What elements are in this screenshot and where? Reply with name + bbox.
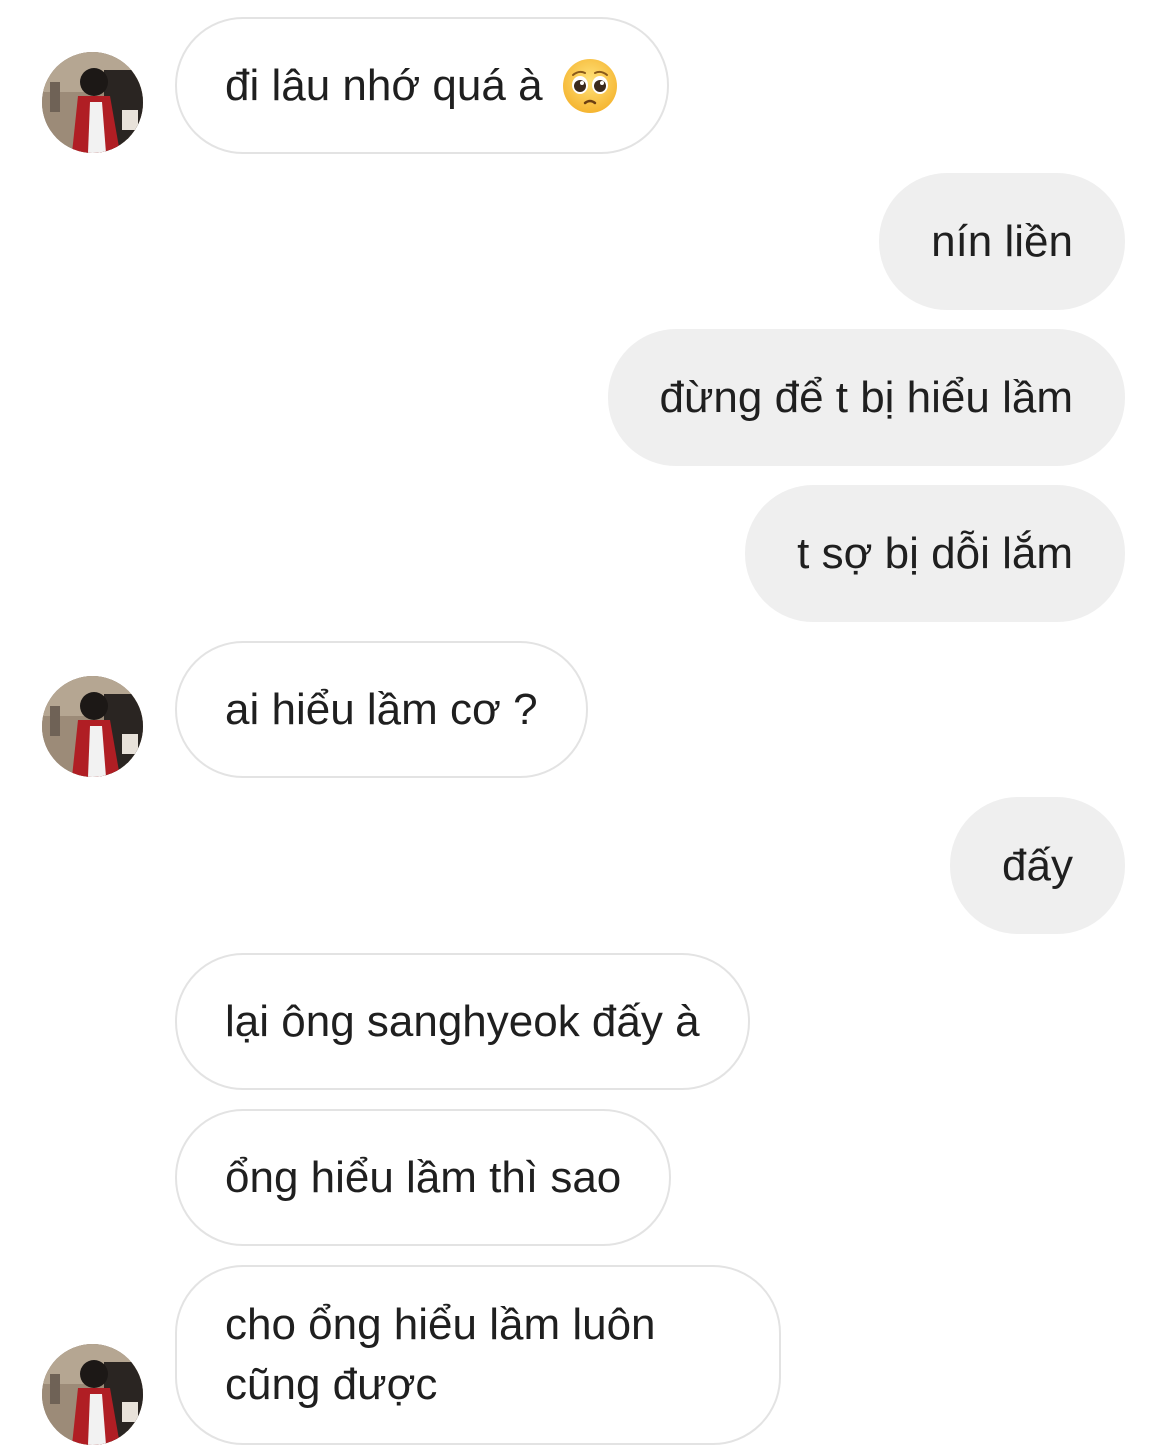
message-text: đấy <box>1002 840 1073 890</box>
outgoing-message[interactable]: t sợ bị dỗi lắm <box>745 485 1125 622</box>
message-text: đi lâu nhớ quá à <box>225 60 543 110</box>
incoming-message[interactable]: cho ổng hiểu lầm luôn cũng được <box>175 1265 781 1445</box>
message-text: cho ổng hiểu lầm luôn cũng được <box>225 1300 656 1409</box>
message-text: đừng để t bị hiểu lầm <box>659 372 1074 422</box>
incoming-message[interactable]: lại ông sanghyeok đấy à <box>175 953 750 1090</box>
message-text: nín liền <box>931 216 1073 266</box>
outgoing-message[interactable]: nín liền <box>879 173 1125 310</box>
incoming-message[interactable]: ổng hiểu lầm thì sao <box>175 1109 672 1246</box>
avatar-photo <box>42 52 143 153</box>
message-text: t sợ bị dỗi lắm <box>797 528 1073 578</box>
contact-avatar[interactable] <box>42 52 143 153</box>
avatar-photo <box>42 676 143 777</box>
message-thread: đi lâu nhớ quá à nín liền đừng để t bị h… <box>0 0 1169 1453</box>
message-text: ổng hiểu lầm thì sao <box>225 1152 622 1202</box>
contact-avatar[interactable] <box>42 1344 143 1445</box>
incoming-message[interactable]: đi lâu nhớ quá à <box>175 17 669 154</box>
incoming-message[interactable]: ai hiểu lầm cơ ? <box>175 641 588 778</box>
pleading-face-icon <box>561 57 619 115</box>
outgoing-message[interactable]: đừng để t bị hiểu lầm <box>607 329 1125 466</box>
avatar-photo <box>42 1344 143 1445</box>
message-text: lại ông sanghyeok đấy à <box>225 996 700 1046</box>
message-text: ai hiểu lầm cơ ? <box>225 684 538 734</box>
contact-avatar[interactable] <box>42 676 143 777</box>
outgoing-message[interactable]: đấy <box>950 797 1125 934</box>
